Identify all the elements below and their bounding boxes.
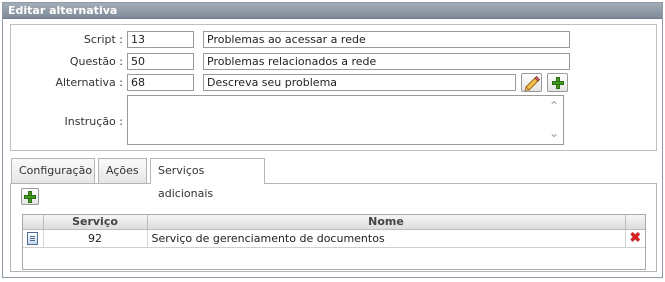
delete-x-icon[interactable]: ✖ — [629, 231, 641, 245]
service-id-cell: 92 — [43, 229, 148, 248]
tab-servicos-adicionais[interactable]: Serviços adicionais — [150, 158, 265, 200]
scroll-up-icon[interactable]: ⌃ — [547, 99, 561, 113]
document-icon[interactable] — [27, 231, 39, 245]
tabs-area: Configuração Ações Serviços adicionais S… — [10, 158, 657, 272]
tab-acoes[interactable]: Ações — [98, 158, 147, 183]
form-panel: Script : Questão : Alternativa : Instruç… — [10, 24, 657, 151]
script-label: Script : — [83, 33, 123, 46]
edit-alternative-window: Editar alternativa Script : Questão : Al… — [2, 2, 663, 278]
plus-icon — [552, 77, 564, 89]
add-service-button[interactable] — [21, 188, 39, 205]
scroll-down-icon[interactable]: ⌄ — [547, 126, 561, 140]
service-name-cell: Serviço de gerenciamento de documentos — [147, 229, 626, 248]
instrucao-textarea[interactable]: ⌃ ⌄ — [127, 95, 564, 145]
questao-name-field[interactable] — [203, 53, 570, 70]
script-id-field[interactable] — [127, 31, 194, 48]
column-header-nome[interactable]: Nome — [147, 215, 626, 230]
tab-configuracao[interactable]: Configuração — [11, 158, 95, 183]
instrucao-label: Instrução : — [64, 115, 123, 128]
questao-id-field[interactable] — [127, 53, 194, 70]
column-header-icon — [23, 215, 44, 230]
questao-label: Questão : — [69, 55, 123, 68]
table-row[interactable]: 92 Serviço de gerenciamento de documento… — [23, 229, 645, 248]
alternativa-name-field[interactable] — [203, 74, 516, 91]
window-title: Editar alternativa — [3, 3, 662, 19]
alternativa-id-field[interactable] — [127, 74, 194, 91]
alternativa-label: Alternativa : — [55, 76, 123, 89]
pencil-icon — [524, 75, 541, 91]
column-header-actions — [625, 215, 645, 230]
plus-icon — [24, 191, 36, 203]
edit-alternative-button[interactable] — [521, 73, 542, 92]
column-header-servico[interactable]: Serviço — [43, 215, 148, 230]
services-grid: Serviço Nome 92 Serviço de gerenciamento… — [22, 214, 646, 270]
script-name-field[interactable] — [203, 31, 570, 48]
add-alternative-button[interactable] — [547, 73, 568, 92]
servicos-tab-panel: Serviço Nome 92 Serviço de gerenciamento… — [10, 183, 657, 272]
